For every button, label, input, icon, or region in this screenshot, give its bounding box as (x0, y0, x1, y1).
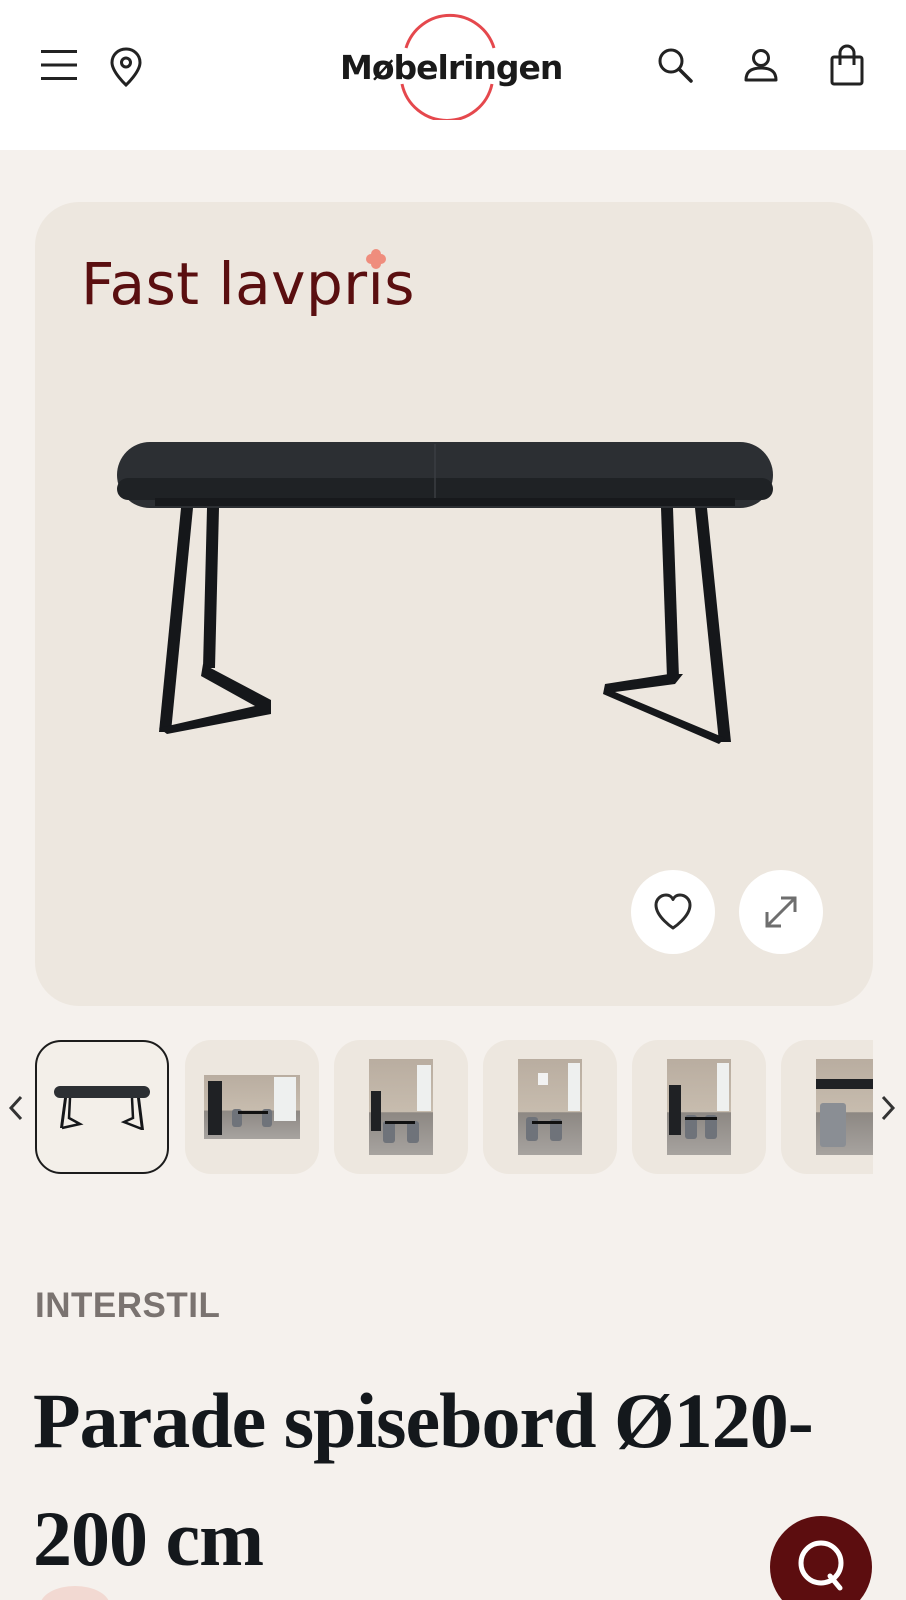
location-pin-icon[interactable] (106, 44, 146, 90)
gallery-next-button[interactable] (876, 1090, 900, 1126)
product-image-card[interactable]: Fast lavpris (35, 202, 873, 1006)
thumbnail-room-image (369, 1059, 433, 1155)
thumbnail-5[interactable] (632, 1040, 766, 1174)
product-brand[interactable]: INTERSTIL (35, 1286, 220, 1326)
product-title: Parade spisebord Ø120-200 cm (33, 1377, 814, 1582)
brand-name: Møbelringen (340, 48, 563, 87)
favorite-button[interactable] (631, 870, 715, 954)
thumbnail-table-image (54, 1086, 150, 1130)
expand-icon (765, 896, 797, 928)
hamburger-menu-icon[interactable] (38, 44, 80, 86)
gallery-thumbnails (35, 1040, 873, 1176)
brand-logo[interactable]: Møbelringen (340, 12, 563, 120)
flower-accent-icon (366, 249, 386, 269)
thumbnail-room-image (204, 1075, 300, 1139)
chat-bubble-icon (798, 1540, 844, 1591)
thumbnail-1[interactable] (35, 1040, 169, 1174)
search-icon[interactable] (654, 44, 696, 86)
thumbnail-room-image (667, 1059, 731, 1155)
thumbnail-6[interactable] (781, 1040, 873, 1174)
thumbnail-4[interactable] (483, 1040, 617, 1174)
chevron-right-icon (881, 1095, 896, 1121)
user-icon[interactable] (740, 44, 782, 86)
shopping-bag-icon[interactable] (826, 42, 868, 88)
gallery-prev-button[interactable] (4, 1090, 28, 1126)
chevron-left-icon (8, 1095, 23, 1121)
thumbnail-2[interactable] (185, 1040, 319, 1174)
expand-image-button[interactable] (739, 870, 823, 954)
thumbnail-room-image (816, 1059, 873, 1155)
thumbnail-3[interactable] (334, 1040, 468, 1174)
site-header: Møbelringen (0, 0, 906, 150)
product-image (117, 442, 773, 744)
heart-icon (654, 893, 692, 930)
thumbnail-room-image (518, 1059, 582, 1155)
